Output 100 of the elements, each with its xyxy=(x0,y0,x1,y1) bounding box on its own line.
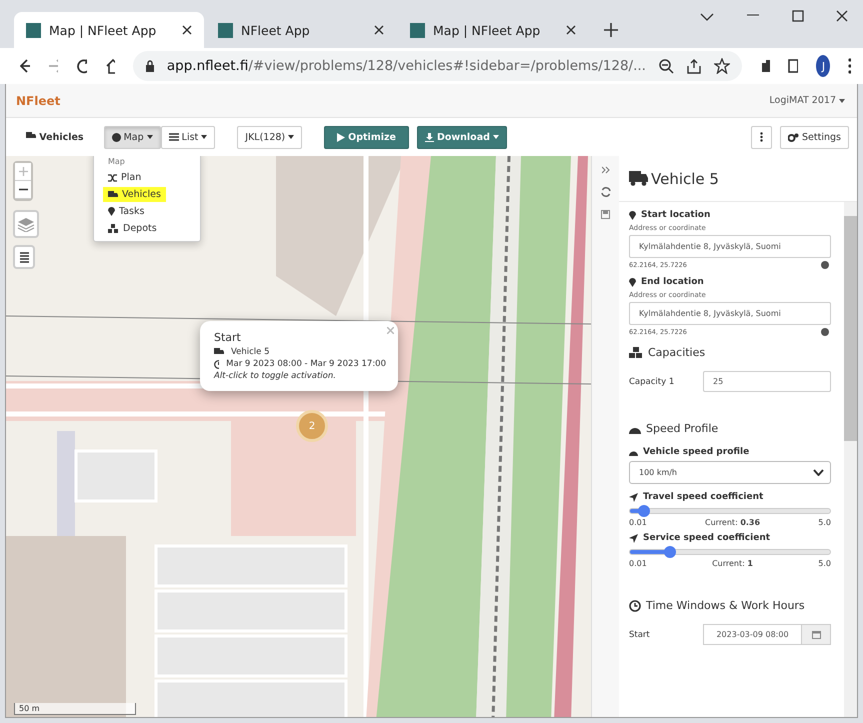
browser-tab[interactable]: Map | NFleet App xyxy=(398,12,588,48)
back-icon[interactable] xyxy=(20,59,30,73)
menu-item[interactable]: Plan xyxy=(103,170,146,185)
capacity-field[interactable]: 25 xyxy=(703,371,831,392)
address-field[interactable]: Kylmälahdentie 8, Jyväskylä, Suomi xyxy=(629,302,831,325)
caret-icon xyxy=(201,135,208,139)
maximize-icon[interactable] xyxy=(792,10,804,22)
share-icon[interactable] xyxy=(686,58,702,74)
field-label: Start xyxy=(629,630,651,640)
popup-hint: Alt-click to toggle activation. xyxy=(214,371,337,381)
caret-icon xyxy=(146,135,153,139)
rocket-icon xyxy=(629,492,638,502)
slider-current: Current: 1 xyxy=(712,559,753,568)
slider-track[interactable] xyxy=(629,549,831,555)
cubes-icon xyxy=(629,346,643,358)
slider-min: 0.01 xyxy=(629,559,647,568)
plus-icon xyxy=(18,167,28,176)
slider-current: Current: 0.36 xyxy=(705,518,760,527)
menu-header: Map xyxy=(107,157,126,168)
refresh-icon[interactable] xyxy=(600,187,610,197)
view-button[interactable]: Map xyxy=(104,126,161,148)
field-label: End location xyxy=(641,277,704,287)
zoom-out-icon[interactable] xyxy=(658,58,674,74)
menu-icon[interactable] xyxy=(848,58,852,74)
truck-icon xyxy=(629,171,648,186)
slider-thumb[interactable] xyxy=(664,546,676,558)
settings-button[interactable]: Settings xyxy=(780,126,849,148)
section-heading: Time Windows & Work Hours xyxy=(646,599,805,612)
calendar-icon xyxy=(812,630,820,639)
scale-bar: 50 m xyxy=(14,703,136,715)
field-label: Capacity 1 xyxy=(629,376,676,386)
star-icon[interactable] xyxy=(714,58,730,74)
problem-button[interactable]: JKL(128) xyxy=(237,126,302,148)
sidebar-title: Vehicle 5 xyxy=(651,170,719,188)
tab-search-icon[interactable] xyxy=(700,12,714,22)
field-label: Travel speed coefficient xyxy=(643,492,764,502)
map-pin-icon xyxy=(629,278,636,286)
favicon-icon xyxy=(410,22,425,38)
account-menu[interactable]: LogiMAT 2017 xyxy=(769,95,845,106)
zoom-out-button[interactable] xyxy=(15,181,31,199)
caret-icon xyxy=(839,98,845,102)
close-icon[interactable] xyxy=(836,10,848,22)
map-pin-icon xyxy=(108,207,115,216)
close-icon[interactable] xyxy=(566,25,576,35)
cubes-icon xyxy=(108,224,119,233)
truck-icon xyxy=(108,190,118,198)
side-panel-icon[interactable] xyxy=(788,59,798,73)
truck-icon xyxy=(214,348,224,356)
reload-icon[interactable] xyxy=(76,58,87,74)
address-bar[interactable]: app.nfleet.fi/#view/problems/128/vehicles#!sidebar=/problems/128/... xyxy=(132,51,742,81)
date-time-field[interactable]: 2023-03-09 08:00 xyxy=(703,624,831,645)
field-label: Vehicle speed profile xyxy=(643,447,750,457)
list-icon xyxy=(20,252,28,262)
slider-max: 5.0 xyxy=(818,559,831,568)
caret-icon xyxy=(492,135,499,139)
new-tab-icon[interactable] xyxy=(604,23,618,37)
collapse-icon[interactable] xyxy=(602,166,610,174)
truck-icon xyxy=(26,132,36,140)
shuffle-icon xyxy=(108,174,117,182)
favicon-icon xyxy=(218,22,233,38)
menu-item[interactable]: Vehicles xyxy=(103,187,166,202)
lock-icon xyxy=(144,60,155,72)
profile-avatar[interactable]: J xyxy=(816,55,830,77)
more-button[interactable] xyxy=(751,126,772,148)
field-label: Start location xyxy=(641,210,710,220)
layers-icon xyxy=(17,216,35,232)
vehicles-link[interactable]: Vehicles xyxy=(26,132,84,142)
close-icon[interactable] xyxy=(374,25,384,35)
popup-title: Start xyxy=(214,331,242,344)
section-heading: Capacities xyxy=(648,346,706,359)
caret-icon xyxy=(288,135,294,139)
slider-max: 5.0 xyxy=(818,518,831,527)
view-button[interactable]: List xyxy=(160,126,216,148)
menu-item[interactable]: Depots xyxy=(103,221,162,236)
layers-button[interactable] xyxy=(13,210,39,238)
map-pin-icon xyxy=(629,210,636,220)
speed-profile-select[interactable]: 100 km/h xyxy=(629,461,831,484)
popup-vehicle: Vehicle 5 xyxy=(231,347,270,357)
slider-min: 0.01 xyxy=(629,518,647,527)
slider-thumb[interactable] xyxy=(638,505,650,517)
scrollbar[interactable] xyxy=(844,202,857,717)
slider-track[interactable] xyxy=(629,508,831,514)
list-icon xyxy=(168,133,179,141)
optimize-button[interactable]: Optimize xyxy=(324,126,409,148)
download-icon xyxy=(424,132,434,142)
chevron-down-icon xyxy=(813,469,824,476)
close-icon[interactable] xyxy=(182,25,192,35)
field-label: Service speed coefficient xyxy=(643,533,770,543)
legend-button[interactable] xyxy=(13,245,35,269)
address-field[interactable]: Kylmälahdentie 8, Jyväskylä, Suomi xyxy=(629,235,831,258)
save-icon[interactable] xyxy=(601,210,610,219)
browser-tab[interactable]: NFleet App xyxy=(206,12,396,48)
gears-icon xyxy=(788,132,800,142)
popup-time: Mar 9 2023 08:00 - Mar 9 2023 17:00 xyxy=(226,359,386,369)
play-icon xyxy=(337,132,346,142)
browser-tab[interactable]: Map | NFleet App xyxy=(14,12,204,48)
section-heading: Speed Profile xyxy=(646,422,718,435)
menu-item[interactable]: Tasks xyxy=(103,204,150,219)
download-button[interactable]: Download xyxy=(416,126,507,148)
rocket-icon xyxy=(629,534,638,542)
